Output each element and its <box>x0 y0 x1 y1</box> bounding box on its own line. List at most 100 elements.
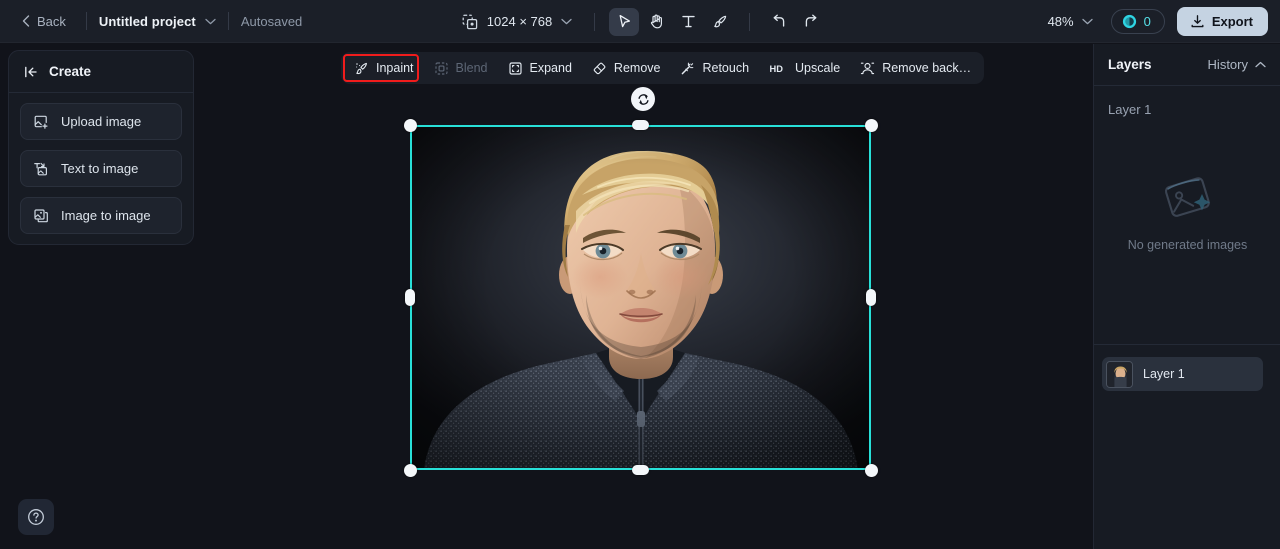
zoom-level-value: 48% <box>1047 14 1074 29</box>
chevron-down-icon <box>1081 18 1093 25</box>
divider <box>85 12 87 30</box>
select-tool-button[interactable] <box>609 7 640 36</box>
history-tool-group <box>764 8 826 36</box>
expand-icon <box>508 61 523 76</box>
export-label: Export <box>1211 14 1253 29</box>
undo-button[interactable] <box>764 8 794 36</box>
create-item-label: Upload image <box>61 114 142 129</box>
credits-badge[interactable]: 0 <box>1110 9 1165 34</box>
zoom-level-selector[interactable]: 48% <box>1042 9 1099 34</box>
remove-button[interactable]: Remove <box>583 55 670 81</box>
redo-icon <box>802 13 820 31</box>
app-root: Back Untitled project Autosaved 1024 × 7… <box>0 0 1280 549</box>
blend-icon <box>434 61 449 76</box>
hand-icon <box>648 13 665 30</box>
chevron-left-icon <box>22 15 30 27</box>
resize-handle-top[interactable] <box>632 120 649 130</box>
create-panel-title: Create <box>49 64 92 79</box>
autosave-status: Autosaved <box>240 13 303 29</box>
edit-tool-label: Remove <box>613 61 661 75</box>
download-icon <box>1190 14 1205 29</box>
question-mark-icon <box>27 508 45 526</box>
back-button[interactable]: Back <box>14 9 74 34</box>
portrait-vignette <box>410 125 871 470</box>
resize-handle-top-right[interactable] <box>864 118 878 132</box>
image-to-image-icon <box>33 208 49 224</box>
history-label: History <box>1207 57 1248 72</box>
history-toggle[interactable]: History <box>1208 57 1266 72</box>
retouch-button[interactable]: Retouch <box>671 55 758 81</box>
panel-divider <box>1094 344 1280 345</box>
project-name[interactable]: Untitled project <box>99 14 196 29</box>
empty-state-text: No generated images <box>1127 238 1248 252</box>
canvas-image[interactable] <box>410 125 871 470</box>
credits-count: 0 <box>1143 14 1151 29</box>
remove-background-button[interactable]: Remove back… <box>851 55 980 81</box>
create-panel: Create Upload image Text to image Image … <box>8 50 194 245</box>
top-bar: Back Untitled project Autosaved 1024 × 7… <box>0 0 1280 43</box>
brush-tool-button[interactable] <box>705 8 735 36</box>
inpaint-button[interactable]: Inpaint <box>345 55 423 81</box>
remove-background-icon <box>860 61 875 76</box>
create-item-label: Image to image <box>61 208 151 223</box>
top-bar-right: 48% 0 Export <box>1042 0 1268 43</box>
top-bar-left: Back Untitled project Autosaved <box>0 9 302 34</box>
eraser-icon <box>592 61 607 76</box>
upload-image-icon <box>33 114 49 130</box>
text-tool-button[interactable] <box>673 8 703 36</box>
edit-tool-label: Blend <box>455 61 488 75</box>
layer-thumbnail <box>1106 360 1133 388</box>
tool-group <box>609 7 735 36</box>
divider <box>749 12 751 31</box>
layer-group-name: Layer 1 <box>1108 102 1152 117</box>
create-item-label: Text to image <box>61 161 139 176</box>
resize-handle-top-left[interactable] <box>403 118 417 132</box>
upscale-button[interactable]: HD Upscale <box>760 55 849 81</box>
create-panel-header: Create <box>9 51 193 93</box>
upload-image-button[interactable]: Upload image <box>20 103 182 140</box>
layer-label: Layer 1 <box>1143 367 1185 381</box>
canvas-size-value: 1024 × 768 <box>486 14 553 29</box>
text-to-image-button[interactable]: Text to image <box>20 150 182 187</box>
blend-button[interactable]: Blend <box>425 55 497 81</box>
divider <box>594 12 596 31</box>
back-label: Back <box>37 13 66 29</box>
canvas-size-selector[interactable]: 1024 × 768 <box>454 9 580 35</box>
chevron-up-icon <box>1255 61 1266 68</box>
resize-handle-left[interactable] <box>405 289 415 306</box>
edit-tool-label: Upscale <box>795 61 841 75</box>
edit-tool-label: Remove back… <box>882 61 972 75</box>
resize-handle-right[interactable] <box>866 289 876 306</box>
text-to-image-icon <box>33 161 49 177</box>
export-button[interactable]: Export <box>1176 7 1268 36</box>
rotate-button[interactable] <box>631 87 655 111</box>
portrait-illustration <box>410 125 871 470</box>
layers-panel-title: Layers <box>1108 57 1152 72</box>
edit-toolbar: Inpaint Blend Expand Remove Retouch HD U… <box>341 52 985 84</box>
edit-tool-label: Retouch <box>702 61 750 75</box>
layer-list-item[interactable]: Layer 1 <box>1102 357 1263 391</box>
image-placeholder-icon <box>1160 174 1216 224</box>
project-menu-chevron-down-icon[interactable] <box>205 18 216 25</box>
empty-generated-images-state: No generated images <box>1094 174 1280 252</box>
hand-tool-button[interactable] <box>641 8 671 36</box>
credit-coin-icon <box>1122 14 1137 29</box>
collapse-left-icon[interactable] <box>23 64 39 80</box>
divider <box>227 12 229 30</box>
cursor-arrow-icon <box>616 13 633 30</box>
resize-handle-bottom-left[interactable] <box>403 463 417 477</box>
create-panel-items: Upload image Text to image Image to imag… <box>9 93 193 234</box>
image-to-image-button[interactable]: Image to image <box>20 197 182 234</box>
inpaint-brush-icon <box>354 61 369 76</box>
resize-handle-bottom[interactable] <box>632 465 649 475</box>
layers-panel-header: Layers History <box>1094 44 1280 86</box>
undo-icon <box>770 13 788 31</box>
text-icon <box>680 13 697 30</box>
help-button[interactable] <box>18 499 54 535</box>
resize-handle-bottom-right[interactable] <box>864 463 878 477</box>
canvas-selection[interactable] <box>403 87 878 477</box>
edit-tool-label: Expand <box>529 61 572 75</box>
expand-button[interactable]: Expand <box>499 55 581 81</box>
magic-wand-icon <box>680 61 695 76</box>
redo-button[interactable] <box>796 8 826 36</box>
